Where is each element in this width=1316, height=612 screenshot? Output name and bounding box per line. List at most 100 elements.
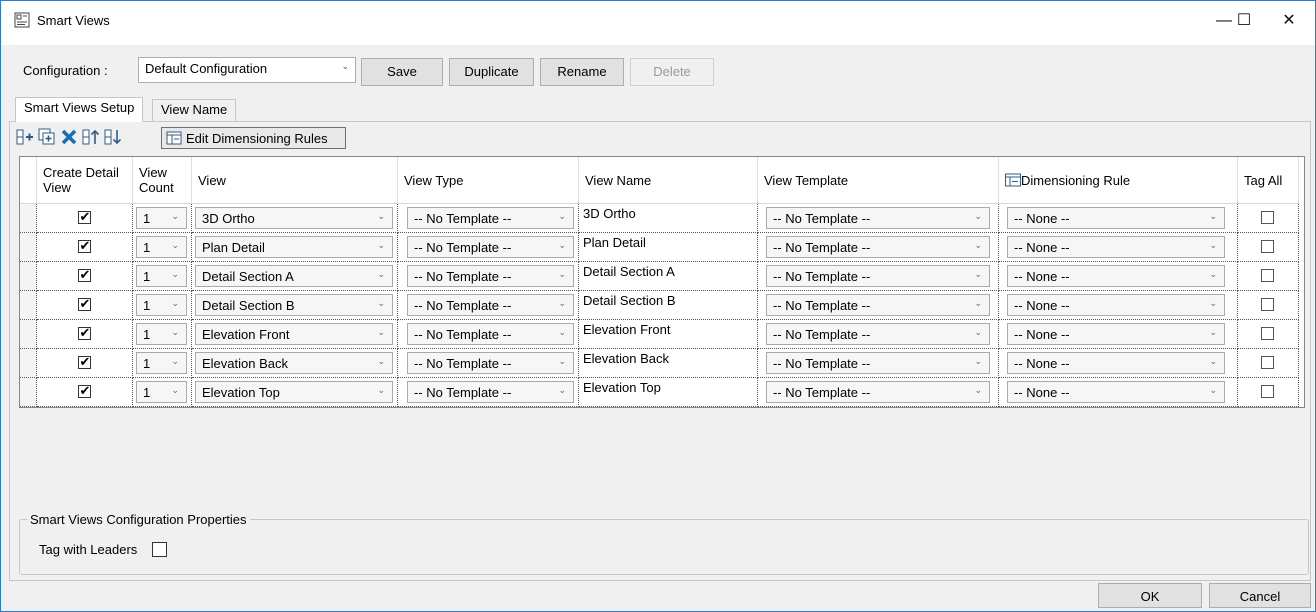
create-detail-view-checkbox[interactable]: ✔ <box>77 238 91 253</box>
save-button[interactable]: Save <box>361 58 443 86</box>
tag-all-checkbox[interactable] <box>1261 298 1274 311</box>
view-select[interactable]: Elevation Top ⌄ <box>195 381 393 403</box>
view-count-select[interactable]: 1 ⌄ <box>136 207 187 229</box>
row-header[interactable] <box>20 348 37 378</box>
tag-all-checkbox[interactable] <box>1261 211 1274 224</box>
column-header-view-template[interactable]: View Template <box>757 157 999 204</box>
dimensioning-rule-select[interactable]: -- None -- ⌄ <box>1007 323 1225 345</box>
view-template-select[interactable]: -- No Template -- ⌄ <box>766 323 990 345</box>
create-detail-view-checkbox[interactable]: ✔ <box>77 296 91 311</box>
view-template-select[interactable]: -- No Template -- ⌄ <box>766 381 990 403</box>
view-template-cell: -- No Template -- ⌄ <box>757 232 999 262</box>
tag-all-checkbox[interactable] <box>1261 269 1274 282</box>
chevron-down-icon: ⌄ <box>1209 327 1217 337</box>
view-type-select[interactable]: -- No Template -- ⌄ <box>407 352 574 374</box>
row-header[interactable] <box>20 203 37 233</box>
tab-smart-views-setup[interactable]: Smart Views Setup <box>15 97 144 122</box>
column-header-create-detail-view[interactable]: Create Detail View <box>36 157 133 204</box>
move-down-icon[interactable] <box>103 127 123 147</box>
view-type-cell: -- No Template -- ⌄ <box>397 261 579 291</box>
row-header[interactable] <box>20 319 37 349</box>
column-header-view-count[interactable]: View Count <box>132 157 192 204</box>
view-template-select[interactable]: -- No Template -- ⌄ <box>766 265 990 287</box>
ok-button[interactable]: OK <box>1098 583 1202 608</box>
delete-button[interactable]: Delete <box>630 58 714 86</box>
create-detail-view-checkbox[interactable]: ✔ <box>77 209 91 224</box>
view-select[interactable]: Detail Section B ⌄ <box>195 294 393 316</box>
view-template-header-label: View Template <box>764 172 849 188</box>
view-name-value: 3D Ortho <box>583 206 636 221</box>
configuration-value: Default Configuration <box>145 61 268 76</box>
view-type-select[interactable]: -- No Template -- ⌄ <box>407 236 574 258</box>
tag-all-checkbox[interactable] <box>1261 385 1274 398</box>
view-type-select[interactable]: -- No Template -- ⌄ <box>407 207 574 229</box>
view-count-select[interactable]: 1 ⌄ <box>136 236 187 258</box>
view-type-select[interactable]: -- No Template -- ⌄ <box>407 265 574 287</box>
tag-with-leaders-checkbox[interactable] <box>152 542 167 557</box>
close-button[interactable]: ✕ <box>1266 1 1312 41</box>
view-name-cell[interactable]: Elevation Front <box>578 319 758 349</box>
view-type-select[interactable]: -- No Template -- ⌄ <box>407 381 574 403</box>
row-header[interactable] <box>20 232 37 262</box>
view-name-cell[interactable]: Detail Section B <box>578 290 758 320</box>
view-name-cell[interactable]: Elevation Top <box>578 377 758 407</box>
column-header-view-type[interactable]: View Type <box>397 157 579 204</box>
delete-row-icon[interactable] <box>59 127 79 147</box>
column-header-view-name[interactable]: View Name <box>578 157 758 204</box>
tag-all-checkbox[interactable] <box>1261 327 1274 340</box>
view-count-select[interactable]: 1 ⌄ <box>136 294 187 316</box>
duplicate-row-icon[interactable] <box>37 127 57 147</box>
dimensioning-rule-select[interactable]: -- None -- ⌄ <box>1007 236 1225 258</box>
tag-all-checkbox[interactable] <box>1261 356 1274 369</box>
column-header-tag-all[interactable]: Tag All <box>1237 157 1299 204</box>
view-template-select[interactable]: -- No Template -- ⌄ <box>766 352 990 374</box>
create-detail-view-checkbox[interactable]: ✔ <box>77 325 91 340</box>
dimensioning-rule-select[interactable]: -- None -- ⌄ <box>1007 207 1225 229</box>
maximize-button[interactable]: ☐ <box>1221 1 1267 41</box>
move-up-icon[interactable] <box>81 127 101 147</box>
create-detail-view-checkbox[interactable]: ✔ <box>77 267 91 282</box>
tag-all-checkbox[interactable] <box>1261 240 1274 253</box>
smart-views-window: Smart Views — ☐ ✕ Configuration : Defaul… <box>0 0 1316 612</box>
view-select[interactable]: 3D Ortho ⌄ <box>195 207 393 229</box>
view-name-cell[interactable]: Plan Detail <box>578 232 758 262</box>
column-header-view[interactable]: View <box>191 157 398 204</box>
view-type-select[interactable]: -- No Template -- ⌄ <box>407 294 574 316</box>
view-select[interactable]: Elevation Back ⌄ <box>195 352 393 374</box>
view-count-select[interactable]: 1 ⌄ <box>136 381 187 403</box>
dimensioning-rule-select[interactable]: -- None -- ⌄ <box>1007 381 1225 403</box>
view-count-select[interactable]: 1 ⌄ <box>136 265 187 287</box>
view-count-select[interactable]: 1 ⌄ <box>136 323 187 345</box>
row-header[interactable] <box>20 377 37 407</box>
view-count-value: 1 <box>143 385 151 400</box>
dimensioning-rule-select[interactable]: -- None -- ⌄ <box>1007 352 1225 374</box>
view-name-cell[interactable]: Elevation Back <box>578 348 758 378</box>
row-header[interactable] <box>20 261 37 291</box>
view-select[interactable]: Detail Section A ⌄ <box>195 265 393 287</box>
view-type-cell: -- No Template -- ⌄ <box>397 348 579 378</box>
duplicate-button[interactable]: Duplicate <box>449 58 534 86</box>
tab-view-name[interactable]: View Name <box>152 99 237 121</box>
dimensioning-rule-select[interactable]: -- None -- ⌄ <box>1007 294 1225 316</box>
view-template-select[interactable]: -- No Template -- ⌄ <box>766 294 990 316</box>
view-select[interactable]: Elevation Front ⌄ <box>195 323 393 345</box>
view-name-cell[interactable]: 3D Ortho <box>578 203 758 233</box>
column-header-dimensioning-rule[interactable]: Dimensioning Rule <box>998 157 1238 204</box>
create-detail-view-checkbox[interactable]: ✔ <box>77 354 91 369</box>
view-count-select[interactable]: 1 ⌄ <box>136 352 187 374</box>
view-type-value: -- No Template -- <box>414 269 512 284</box>
view-type-select[interactable]: -- No Template -- ⌄ <box>407 323 574 345</box>
edit-dimensioning-rules-button[interactable]: Edit Dimensioning Rules <box>161 127 346 149</box>
dimensioning-rule-select[interactable]: -- None -- ⌄ <box>1007 265 1225 287</box>
view-template-select[interactable]: -- No Template -- ⌄ <box>766 207 990 229</box>
view-template-cell: -- No Template -- ⌄ <box>757 203 999 233</box>
rename-button[interactable]: Rename <box>540 58 624 86</box>
create-detail-view-checkbox[interactable]: ✔ <box>77 383 91 398</box>
view-name-cell[interactable]: Detail Section A <box>578 261 758 291</box>
configuration-select[interactable]: Default Configuration ⌄ <box>138 57 356 83</box>
add-row-icon[interactable] <box>15 127 35 147</box>
view-select[interactable]: Plan Detail ⌄ <box>195 236 393 258</box>
cancel-button[interactable]: Cancel <box>1209 583 1311 608</box>
view-template-select[interactable]: -- No Template -- ⌄ <box>766 236 990 258</box>
row-header[interactable] <box>20 290 37 320</box>
